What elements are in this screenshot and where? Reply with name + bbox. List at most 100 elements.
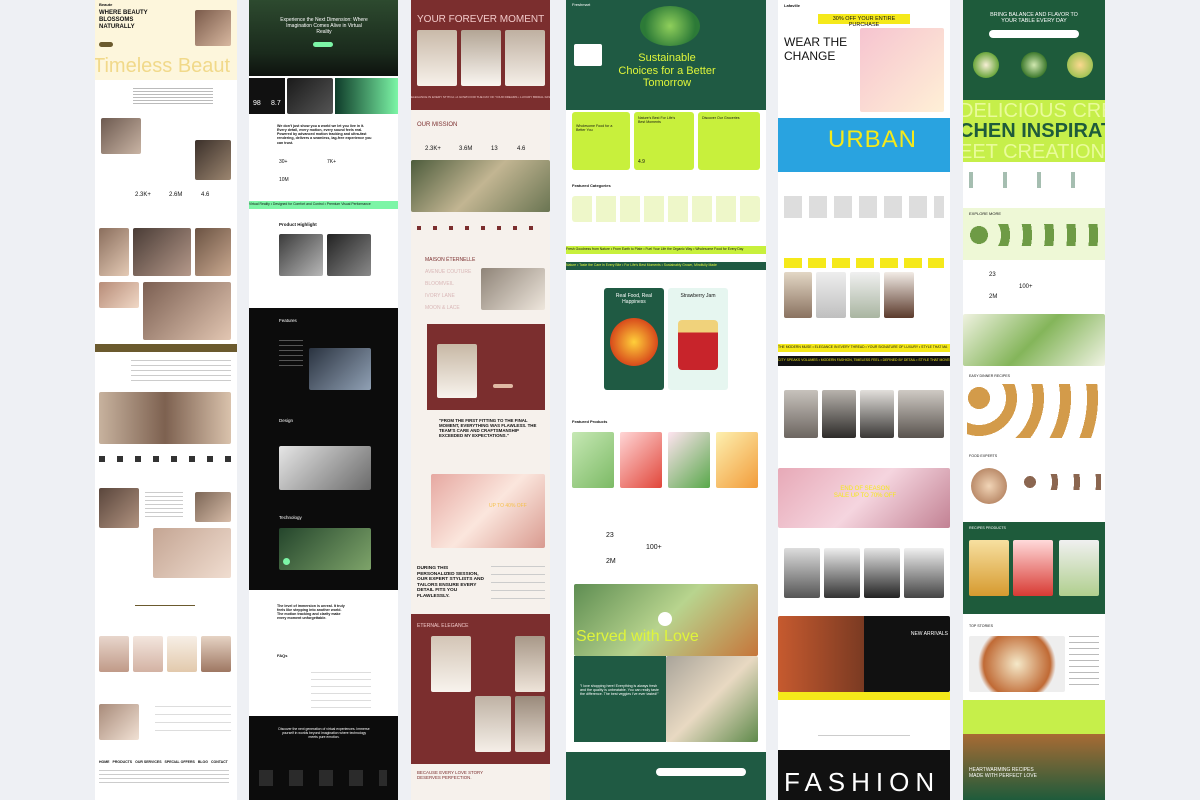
grocery-hero-title: Sustainable Choices for a Better Tomorro… bbox=[618, 52, 716, 90]
beauty-contact-form[interactable] bbox=[155, 706, 231, 736]
food-hero-search[interactable] bbox=[989, 30, 1079, 38]
vr-intro-text: We don't just show you a world we let yo… bbox=[277, 124, 372, 145]
fashion-product-2[interactable] bbox=[816, 272, 846, 318]
play-icon[interactable] bbox=[283, 558, 290, 565]
vr-page-preview[interactable]: Experience the Next Dimension: Where Ima… bbox=[249, 0, 398, 800]
food-newsletter[interactable] bbox=[963, 700, 1105, 734]
grocery-product-3[interactable] bbox=[668, 432, 710, 488]
beauty-product-2[interactable] bbox=[133, 636, 163, 672]
fashion-newsletter-input[interactable] bbox=[818, 730, 910, 736]
grocery-page-preview[interactable]: Freshmart Sustainable Choices for a Bett… bbox=[566, 0, 766, 800]
grocery-stat-2: 100+ bbox=[646, 544, 662, 551]
beauty-footer-nav[interactable]: HOME PRODUCTS OUR SERVICES SPECIAL OFFER… bbox=[99, 760, 233, 764]
grocery-footer-search[interactable] bbox=[656, 768, 746, 776]
wedding-collection-5[interactable]: MOON & LACE bbox=[425, 305, 460, 312]
grocery-card-1[interactable] bbox=[572, 112, 630, 170]
beauty-hero-button[interactable] bbox=[99, 42, 113, 47]
fashion-brand[interactable]: Lafaville bbox=[784, 3, 800, 9]
play-icon[interactable] bbox=[658, 612, 672, 626]
grocery-category-row[interactable] bbox=[572, 196, 760, 222]
beauty-product-3[interactable] bbox=[167, 636, 197, 672]
footer-link-home[interactable]: HOME bbox=[99, 760, 110, 764]
fashion-look-4[interactable] bbox=[898, 390, 944, 438]
footer-link-offers[interactable]: SPECIAL OFFERS bbox=[165, 760, 195, 764]
wedding-collection-4[interactable]: IVORY LANE bbox=[425, 293, 455, 300]
beauty-page-preview[interactable]: Beaute WHERE BEAUTY BLOSSOMS NATURALLY T… bbox=[95, 0, 237, 800]
wedding-collection-3[interactable]: BLOOMVEIL bbox=[425, 281, 454, 288]
wedding-page-preview[interactable]: YOUR FOREVER MOMENT ELEGANCE IN EVERY ST… bbox=[411, 0, 550, 800]
beauty-gallery-3 bbox=[195, 228, 231, 276]
fashion-trend-1[interactable] bbox=[784, 548, 820, 598]
food-recipes-heading: RECIPES PRODUCTS bbox=[969, 526, 1006, 530]
beauty-brand[interactable]: Beaute bbox=[99, 2, 112, 8]
vr-hero-button[interactable] bbox=[313, 42, 333, 47]
fashion-trend-4[interactable] bbox=[904, 548, 944, 598]
vr-cta-text: Discover the next generation of virtual … bbox=[278, 727, 370, 739]
grocery-product-4[interactable] bbox=[716, 432, 758, 488]
grocery-card-3[interactable] bbox=[698, 112, 760, 170]
food-page-preview[interactable]: BRING BALANCE AND FLAVOR TO YOUR TABLE E… bbox=[963, 0, 1105, 800]
food-closing: HEARTWARMING RECIPES MADE WITH PERFECT L… bbox=[969, 767, 1037, 779]
footer-link-blog[interactable]: BLOG bbox=[198, 760, 208, 764]
wedding-session-text: DURING THIS PERSONALIZED SESSION, OUR EX… bbox=[417, 566, 484, 599]
food-recipe-product-1[interactable] bbox=[969, 540, 1009, 596]
fashion-look-2[interactable] bbox=[822, 390, 856, 438]
food-explore-row[interactable] bbox=[969, 224, 1099, 246]
beauty-product-4[interactable] bbox=[201, 636, 231, 672]
fashion-product-4[interactable] bbox=[884, 272, 914, 318]
fashion-product-3[interactable] bbox=[850, 272, 880, 318]
wedding-hero-title: YOUR FOREVER MOMENT bbox=[417, 14, 545, 25]
fashion-trend-2[interactable] bbox=[824, 548, 860, 598]
fashion-newsletter-bar[interactable] bbox=[778, 692, 950, 700]
wedding-feature-button[interactable] bbox=[493, 384, 513, 388]
vr-faq-list[interactable] bbox=[311, 672, 371, 708]
beauty-salon-image bbox=[101, 118, 141, 154]
footer-link-contact[interactable]: CONTACT bbox=[211, 760, 228, 764]
vr-design-image bbox=[279, 446, 371, 490]
wedding-collection-1[interactable]: MAISON ÉTERNELLE bbox=[425, 257, 475, 264]
wedding-eternal-image-2 bbox=[515, 636, 545, 692]
food-top-heading: TOP STORIES bbox=[969, 624, 993, 628]
wedding-sale-text: UP TO 40% OFF bbox=[489, 503, 527, 509]
vr-product-photo-1 bbox=[279, 234, 323, 276]
beauty-product-1[interactable] bbox=[99, 636, 129, 672]
grocery-served-title: Served with Love bbox=[576, 628, 699, 645]
grocery-brand[interactable]: Freshmart bbox=[572, 2, 590, 8]
fashion-product-1[interactable] bbox=[784, 272, 812, 318]
beauty-services-list bbox=[131, 360, 231, 384]
food-stat-3: 2M bbox=[989, 294, 998, 300]
vr-features-image bbox=[309, 348, 371, 390]
footer-link-services[interactable]: OUR SERVICES bbox=[135, 760, 161, 764]
wedding-collection-2[interactable]: AVENUE COUTURE bbox=[425, 269, 471, 276]
wedding-forest-image bbox=[411, 160, 550, 212]
grocery-promo-1-title: Real Food, Real Happiness bbox=[615, 293, 653, 305]
fashion-look-1[interactable] bbox=[784, 390, 818, 438]
fashion-look-3[interactable] bbox=[860, 390, 894, 438]
grocery-product-2[interactable] bbox=[620, 432, 662, 488]
beauty-newsletter-line[interactable] bbox=[135, 600, 195, 606]
vr-technology-image bbox=[279, 528, 371, 570]
grocery-product-1[interactable] bbox=[572, 432, 614, 488]
footer-link-products[interactable]: PRODUCTS bbox=[113, 760, 133, 764]
wedding-booking-form[interactable] bbox=[491, 566, 545, 602]
vr-features-heading: Features bbox=[279, 318, 297, 323]
food-recipe-product-2[interactable] bbox=[1013, 540, 1053, 596]
wedding-eternal-image-1 bbox=[431, 636, 471, 692]
fashion-marquee: CITY SPEAKS VOLUMES • MODERN FASHION, TI… bbox=[778, 356, 950, 366]
food-easy-row[interactable] bbox=[967, 384, 1101, 438]
grocery-products-heading: Featured Products bbox=[572, 419, 608, 424]
beauty-treatment-image bbox=[153, 528, 231, 578]
food-top-list[interactable] bbox=[1069, 636, 1099, 686]
food-stat-1: 23 bbox=[989, 272, 996, 278]
food-big-text-2: CHEN INSPIRAT bbox=[963, 120, 1105, 142]
food-recipe-product-3[interactable] bbox=[1059, 540, 1099, 596]
vr-product-heading: Product Highlight bbox=[279, 222, 317, 227]
fashion-filter-bar[interactable] bbox=[784, 258, 944, 268]
fashion-page-preview[interactable]: Lafaville 30% OFF YOUR ENTIRE PURCHASE W… bbox=[778, 0, 950, 800]
beauty-footer-links bbox=[99, 770, 229, 784]
food-expert-avatars[interactable] bbox=[1023, 474, 1101, 490]
food-hero-title: BRING BALANCE AND FLAVOR TO YOUR TABLE E… bbox=[990, 12, 1078, 25]
fashion-category-row[interactable] bbox=[784, 196, 944, 218]
fashion-urban-title: URBAN bbox=[828, 126, 918, 153]
fashion-trend-3[interactable] bbox=[864, 548, 900, 598]
